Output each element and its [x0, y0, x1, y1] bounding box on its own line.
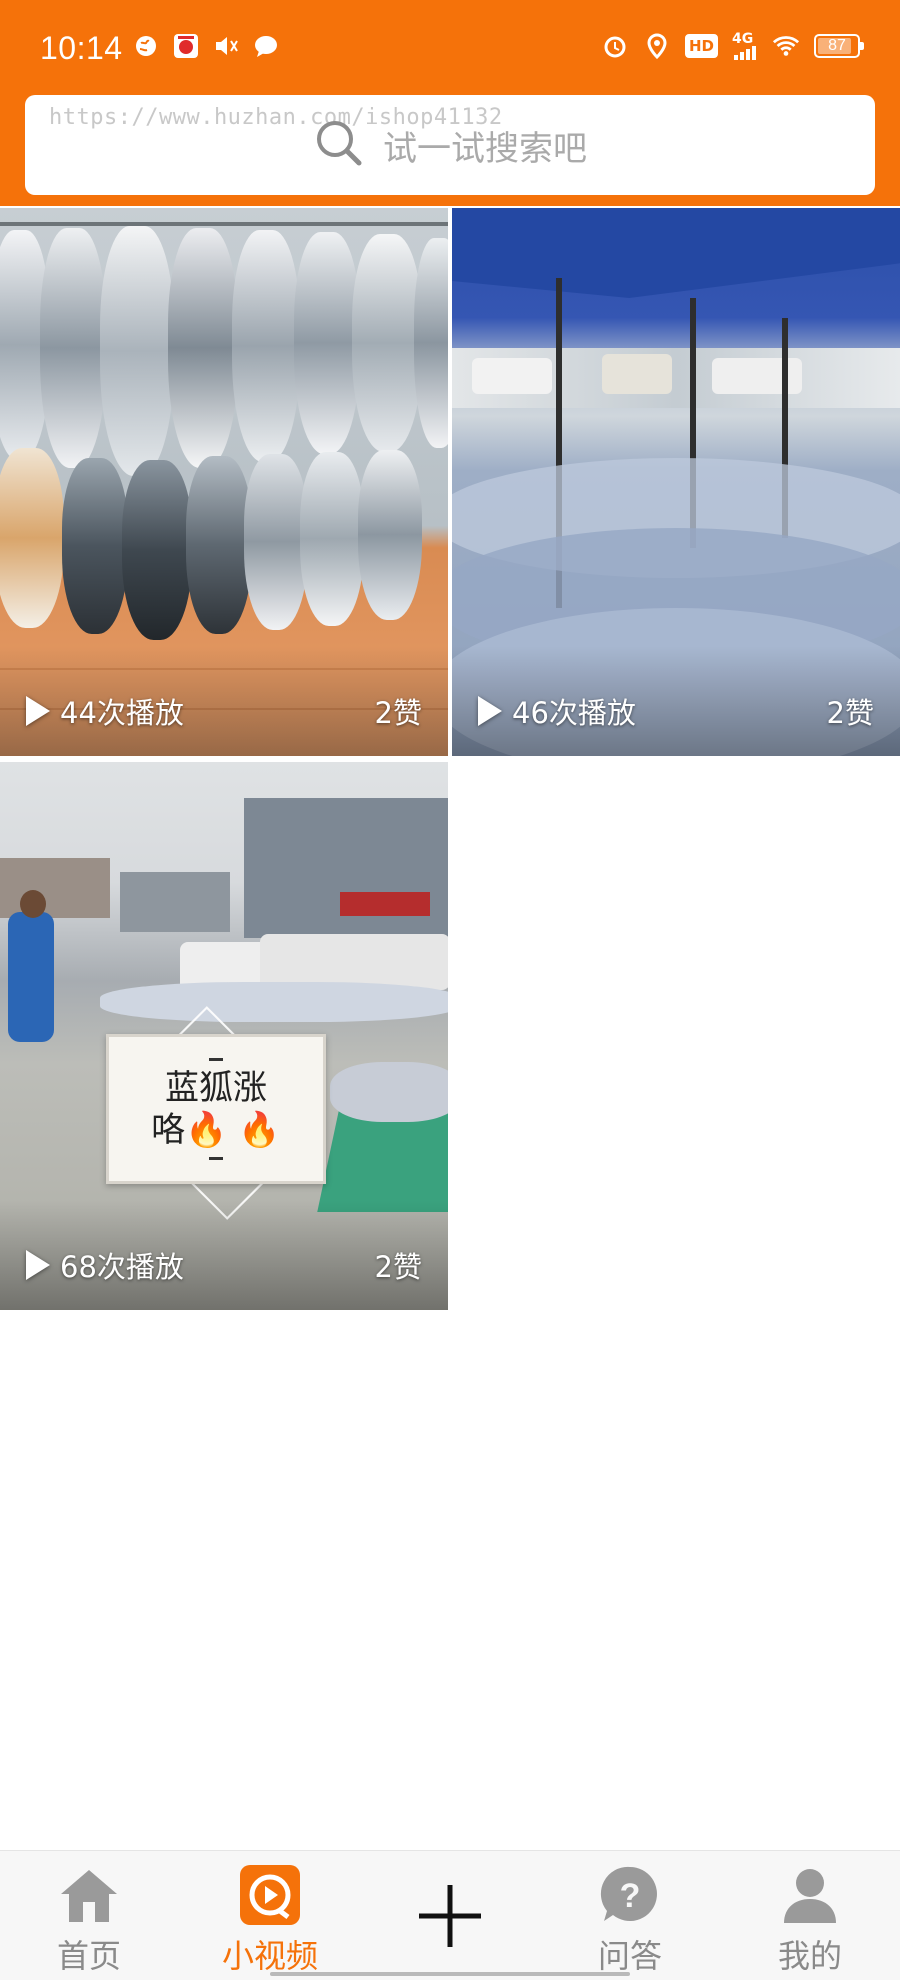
- play-count: 68次播放: [60, 1250, 184, 1284]
- video-caption: 蓝狐涨 咯🔥 🔥: [106, 1034, 326, 1184]
- nav-label: 小视频: [221, 1937, 318, 1975]
- like-count: 2赞: [826, 696, 874, 730]
- caption-line-2: 咯🔥 🔥: [151, 1110, 281, 1150]
- battery-level: 87: [828, 37, 846, 54]
- nav-item-publish[interactable]: [390, 1881, 510, 1951]
- video-card[interactable]: 蓝狐涨 咯🔥 🔥 68次播放 2赞: [0, 762, 448, 1310]
- alarm-icon: [601, 32, 629, 60]
- status-left-icons: [132, 32, 280, 60]
- plus-icon: [415, 1881, 485, 1951]
- play-icon: [26, 696, 50, 726]
- hd-badge: HD: [684, 34, 718, 58]
- nav-item-video[interactable]: 小视频: [210, 1865, 330, 1977]
- mute-icon: [212, 32, 240, 60]
- nav-item-me[interactable]: 我的: [750, 1865, 870, 1977]
- like-count: 2赞: [374, 1250, 422, 1284]
- search-placeholder: 试一试搜索吧: [383, 128, 587, 169]
- play-count: 44次播放: [60, 696, 184, 730]
- like-count: 2赞: [374, 696, 422, 730]
- search-input[interactable]: https://www.huzhan.com/ishop41132 试一试搜索吧: [25, 95, 875, 195]
- question-icon: ?: [600, 1865, 660, 1925]
- play-count: 46次播放: [512, 696, 636, 730]
- wifi-icon: [772, 32, 800, 60]
- app-notification-icon: [172, 32, 200, 60]
- nav-label: 问答: [597, 1937, 662, 1975]
- status-right-icons: HD 4G 87: [601, 32, 864, 60]
- bottom-nav: 首页 小视频 ? 问答 我的: [0, 1850, 900, 1980]
- message-icon: [252, 32, 280, 60]
- user-icon: [780, 1865, 840, 1925]
- home-indicator: [270, 1972, 630, 1976]
- globe-icon: [132, 32, 160, 60]
- video-meta: 68次播放 2赞: [26, 1244, 422, 1286]
- network-type: 4G: [732, 31, 754, 47]
- battery-icon: 87: [814, 34, 864, 58]
- status-bar: 10:14 HD 4G 87: [0, 0, 900, 96]
- location-icon: [643, 32, 671, 60]
- svg-text:?: ?: [620, 1877, 641, 1915]
- nav-label: 首页: [56, 1937, 121, 1975]
- nav-item-qa[interactable]: ? 问答: [570, 1865, 690, 1977]
- cellular-signal-icon: 4G: [732, 32, 758, 60]
- nav-label: 我的: [777, 1937, 842, 1975]
- play-icon: [26, 1250, 50, 1280]
- video-card[interactable]: 46次播放 2赞: [452, 208, 900, 756]
- nav-item-home[interactable]: 首页: [29, 1865, 149, 1977]
- app-header: 10:14 HD 4G 87 https://www.huzhan.com/is…: [0, 0, 900, 206]
- play-icon: [478, 696, 502, 726]
- search-icon: [313, 117, 365, 173]
- video-card[interactable]: 44次播放 2赞: [0, 208, 448, 756]
- status-time: 10:14: [40, 30, 123, 66]
- caption-line-1: 蓝狐涨: [165, 1068, 267, 1108]
- video-meta: 46次播放 2赞: [478, 690, 874, 732]
- video-meta: 44次播放 2赞: [26, 690, 422, 732]
- video-icon: [240, 1865, 300, 1925]
- home-icon: [59, 1865, 119, 1925]
